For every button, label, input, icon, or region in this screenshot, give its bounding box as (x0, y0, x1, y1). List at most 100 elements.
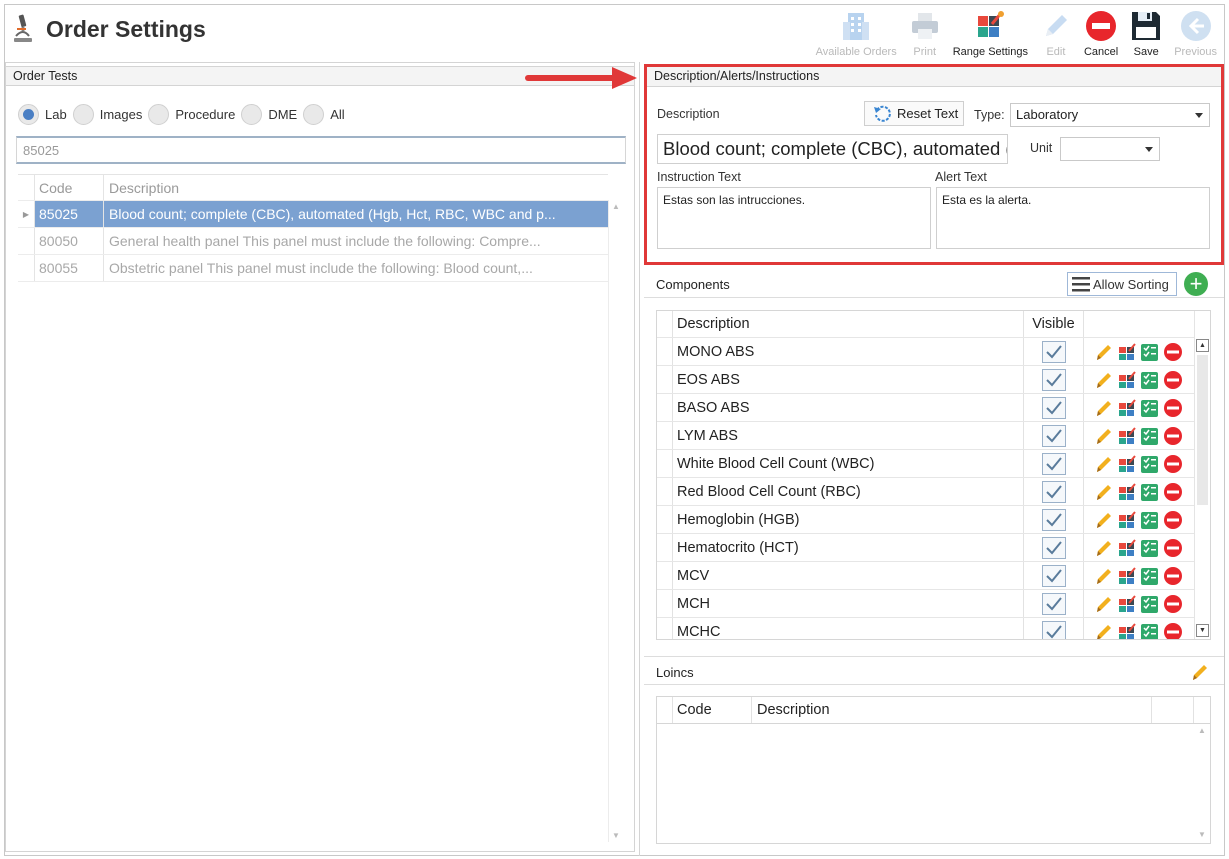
table-row[interactable]: 80055 Obstetric panel This panel must in… (18, 255, 608, 282)
visible-checkbox[interactable] (1041, 620, 1066, 639)
visible-checkbox[interactable] (1041, 424, 1066, 447)
visible-checkbox[interactable] (1041, 564, 1066, 587)
visible-checkbox[interactable] (1041, 368, 1066, 391)
checklist-icon[interactable] (1140, 622, 1160, 641)
edit-pencil-icon[interactable] (1094, 370, 1114, 390)
table-row[interactable]: MCV (657, 562, 1210, 590)
scroll-down-icon[interactable]: ▼ (1196, 624, 1209, 637)
delete-icon[interactable] (1163, 342, 1183, 362)
table-row[interactable]: Hemoglobin (HGB) (657, 506, 1210, 534)
radio-procedure[interactable]: Procedure (148, 104, 235, 125)
cancel-button[interactable]: Cancel (1078, 6, 1124, 58)
table-row[interactable]: 80050 General health panel This panel mu… (18, 228, 608, 255)
checklist-icon[interactable] (1140, 594, 1160, 614)
column-header-code[interactable]: Code (673, 697, 752, 723)
table-row[interactable]: Red Blood Cell Count (RBC) (657, 478, 1210, 506)
checklist-icon[interactable] (1140, 510, 1160, 530)
edit-pencil-icon[interactable] (1094, 538, 1114, 558)
column-header-description[interactable]: Description (752, 697, 1152, 723)
delete-icon[interactable] (1163, 538, 1183, 558)
scroll-down-icon[interactable]: ▼ (612, 831, 620, 840)
components-scrollbar[interactable]: ▲ ▼ (1194, 311, 1210, 639)
edit-pencil-icon[interactable] (1094, 622, 1114, 641)
column-header-description[interactable]: Description (673, 311, 1024, 337)
reset-text-button[interactable]: Reset Text (864, 101, 964, 126)
delete-icon[interactable] (1163, 510, 1183, 530)
radio-dme[interactable]: DME (241, 104, 297, 125)
delete-icon[interactable] (1163, 370, 1183, 390)
range-settings-icon[interactable] (1117, 370, 1137, 390)
table-row[interactable]: EOS ABS (657, 366, 1210, 394)
delete-icon[interactable] (1163, 454, 1183, 474)
table-row[interactable]: MONO ABS (657, 338, 1210, 366)
edit-pencil-icon[interactable] (1094, 454, 1114, 474)
edit-pencil-icon[interactable] (1094, 510, 1114, 530)
radio-images[interactable]: Images (72, 104, 142, 125)
scroll-up-icon[interactable]: ▲ (1198, 726, 1206, 735)
table-row[interactable]: White Blood Cell Count (WBC) (657, 450, 1210, 478)
column-header-description[interactable]: Description (104, 175, 608, 200)
range-settings-icon[interactable] (1117, 594, 1137, 614)
range-settings-icon[interactable] (1117, 398, 1137, 418)
checklist-icon[interactable] (1140, 482, 1160, 502)
description-input[interactable]: Blood count; complete (CBC), automated (… (657, 134, 1008, 164)
unit-dropdown[interactable] (1060, 137, 1160, 161)
scroll-up-icon[interactable]: ▲ (612, 202, 620, 211)
table-row[interactable]: MCH (657, 590, 1210, 618)
save-button[interactable]: Save (1124, 6, 1168, 58)
alert-text-field[interactable]: Esta es la alerta. (936, 187, 1210, 249)
edit-pencil-icon[interactable] (1094, 482, 1114, 502)
radio-circle[interactable] (148, 104, 170, 125)
edit-pencil-icon[interactable] (1094, 426, 1114, 446)
range-settings-icon[interactable] (1117, 566, 1137, 586)
previous-button[interactable]: Previous (1168, 6, 1223, 58)
loincs-scrollbar[interactable]: ▲ ▼ (1194, 724, 1210, 843)
edit-pencil-icon[interactable] (1190, 662, 1210, 682)
checklist-icon[interactable] (1140, 370, 1160, 390)
table-row[interactable]: Hematocrito (HCT) (657, 534, 1210, 562)
delete-icon[interactable] (1163, 594, 1183, 614)
available-orders-button[interactable]: Available Orders (810, 6, 903, 58)
radio-all[interactable]: All (303, 104, 345, 125)
delete-icon[interactable] (1163, 398, 1183, 418)
delete-icon[interactable] (1163, 566, 1183, 586)
instruction-text-field[interactable]: Estas son las intrucciones. (657, 187, 931, 249)
visible-checkbox[interactable] (1041, 480, 1066, 503)
scroll-up-icon[interactable]: ▲ (1196, 339, 1209, 352)
column-header-visible[interactable]: Visible (1024, 311, 1084, 337)
add-component-button[interactable]: + (1184, 272, 1208, 296)
checklist-icon[interactable] (1140, 342, 1160, 362)
visible-checkbox[interactable] (1041, 452, 1066, 475)
edit-pencil-icon[interactable] (1094, 566, 1114, 586)
print-button[interactable]: Print (903, 6, 947, 58)
visible-checkbox[interactable] (1041, 340, 1066, 363)
table-row[interactable]: ▶ 85025 Blood count; complete (CBC), aut… (18, 201, 608, 228)
visible-checkbox[interactable] (1041, 396, 1066, 419)
column-header-code[interactable]: Code (34, 175, 104, 200)
table-row[interactable]: BASO ABS (657, 394, 1210, 422)
radio-circle[interactable] (303, 104, 325, 125)
radio-circle[interactable] (18, 104, 39, 125)
order-search-input[interactable]: 85025 (16, 136, 626, 164)
left-grid-scrollbar[interactable]: ▲ ▼ (608, 200, 624, 842)
visible-checkbox[interactable] (1041, 592, 1066, 615)
range-settings-icon[interactable] (1117, 538, 1137, 558)
edit-button[interactable]: Edit (1034, 6, 1078, 58)
table-row[interactable]: LYM ABS (657, 422, 1210, 450)
checklist-icon[interactable] (1140, 454, 1160, 474)
range-settings-icon[interactable] (1117, 426, 1137, 446)
visible-checkbox[interactable] (1041, 508, 1066, 531)
delete-icon[interactable] (1163, 482, 1183, 502)
checklist-icon[interactable] (1140, 426, 1160, 446)
range-settings-icon[interactable] (1117, 510, 1137, 530)
type-dropdown[interactable]: Laboratory (1010, 103, 1210, 127)
edit-pencil-icon[interactable] (1094, 594, 1114, 614)
edit-pencil-icon[interactable] (1094, 342, 1114, 362)
allow-sorting-button[interactable]: Allow Sorting (1067, 272, 1177, 296)
checklist-icon[interactable] (1140, 538, 1160, 558)
edit-pencil-icon[interactable] (1094, 398, 1114, 418)
radio-circle[interactable] (72, 104, 94, 125)
scroll-down-icon[interactable]: ▼ (1198, 830, 1206, 839)
radio-lab[interactable]: Lab (18, 104, 67, 125)
delete-icon[interactable] (1163, 426, 1183, 446)
